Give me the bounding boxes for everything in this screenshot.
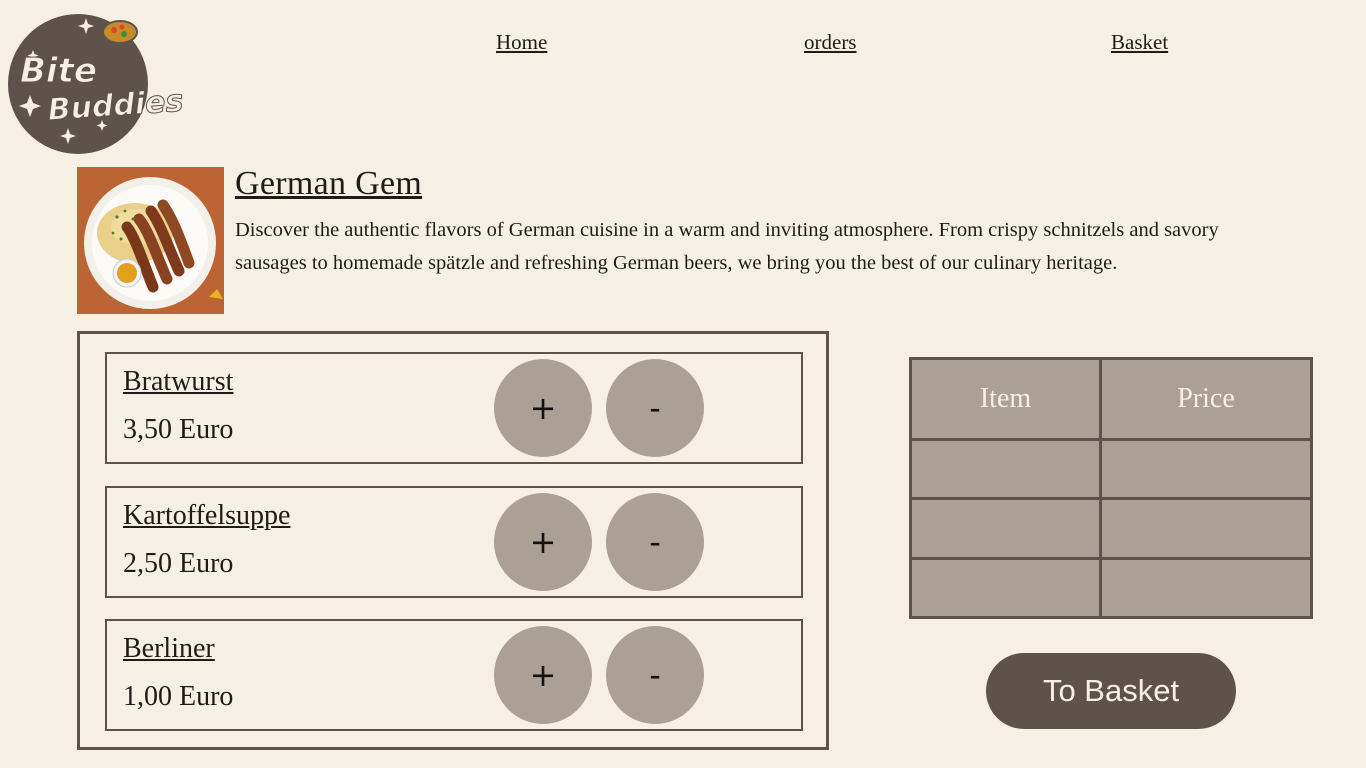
restaurant-description: Discover the authentic flavors of German… <box>235 219 1219 274</box>
basket-cell-item <box>909 437 1102 501</box>
basket-row <box>909 437 1313 501</box>
item-price: 3,50 Euro <box>123 414 234 445</box>
restaurant-name: German Gem <box>235 165 423 202</box>
add-berliner-button[interactable]: + <box>494 626 592 724</box>
item-name: Berliner <box>123 633 215 664</box>
item-name: Kartoffelsuppe <box>123 500 291 531</box>
nav-home[interactable]: Home <box>496 30 547 55</box>
menu-item-kartoffelsuppe: Kartoffelsuppe 2,50 Euro + - <box>105 486 803 598</box>
basket-cell-price <box>1099 437 1313 501</box>
basket-cell-price <box>1099 556 1313 620</box>
nav-basket[interactable]: Basket <box>1111 30 1168 55</box>
basket-table: Item Price <box>909 357 1313 620</box>
item-name: Bratwurst <box>123 366 234 397</box>
menu-item-berliner: Berliner 1,00 Euro + - <box>105 619 803 731</box>
restaurant-image <box>77 167 224 314</box>
basket-header-item: Item <box>909 357 1102 441</box>
basket-cell-item <box>909 556 1102 620</box>
logo-text-bite: Bite <box>20 51 97 91</box>
bite-buddies-logo[interactable]: Bite Buddies <box>6 10 196 156</box>
basket-header-price: Price <box>1099 357 1313 441</box>
basket-cell-price <box>1099 497 1313 560</box>
to-basket-button[interactable]: To Basket <box>986 653 1236 729</box>
basket-header-row: Item Price <box>909 357 1313 441</box>
item-price: 2,50 Euro <box>123 548 234 579</box>
nav-orders[interactable]: orders <box>804 30 856 55</box>
add-kartoffelsuppe-button[interactable]: + <box>494 493 592 591</box>
menu-item-bratwurst: Bratwurst 3,50 Euro + - <box>105 352 803 464</box>
basket-cell-item <box>909 497 1102 560</box>
menu-panel: Bratwurst 3,50 Euro + - Kartoffelsuppe 2… <box>77 331 829 750</box>
basket-row <box>909 497 1313 560</box>
remove-berliner-button[interactable]: - <box>606 626 704 724</box>
remove-bratwurst-button[interactable]: - <box>606 359 704 457</box>
basket-row <box>909 556 1313 620</box>
remove-kartoffelsuppe-button[interactable]: - <box>606 493 704 591</box>
add-bratwurst-button[interactable]: + <box>494 359 592 457</box>
item-price: 1,00 Euro <box>123 681 234 712</box>
